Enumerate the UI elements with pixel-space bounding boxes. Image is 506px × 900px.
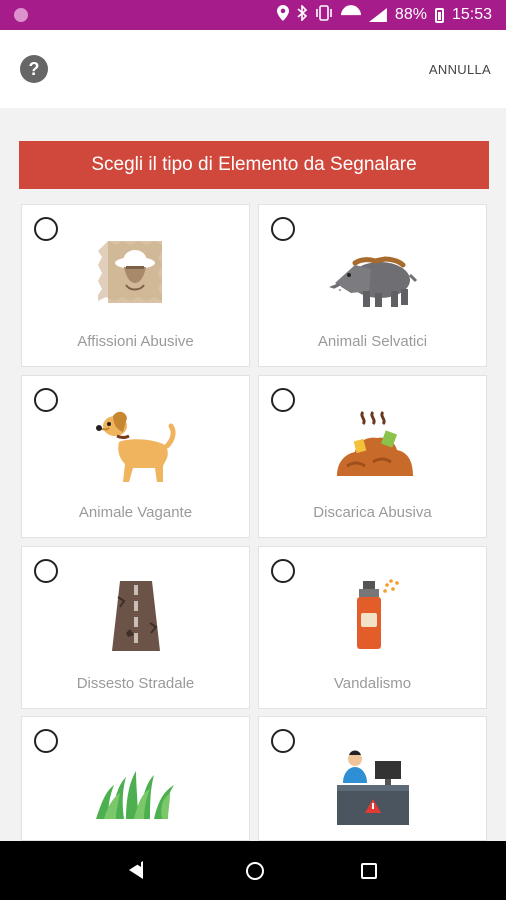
category-card-affissioni[interactable]: Affissioni Abusive: [21, 204, 250, 367]
category-card-discarica-abusiva[interactable]: Discarica Abusiva: [258, 375, 487, 538]
category-label: Affissioni Abusive: [77, 333, 194, 350]
cancel-button[interactable]: ANNULLA: [429, 62, 491, 77]
battery-percent: 88%: [394, 6, 427, 23]
wifi-icon: [341, 8, 361, 22]
category-card-vandalismo[interactable]: Vandalismo: [258, 546, 487, 709]
clock: 15:53: [451, 6, 492, 23]
category-label: Dissesto Stradale: [76, 675, 195, 692]
radio-button[interactable]: [34, 559, 58, 583]
dog-icon: [93, 406, 179, 486]
radio-button[interactable]: [34, 217, 58, 241]
category-card-7[interactable]: [21, 716, 250, 841]
category-card-8[interactable]: [258, 716, 487, 841]
garbage-pile-icon: [333, 406, 413, 486]
damaged-road-icon: [96, 577, 176, 657]
location-icon: [276, 4, 289, 26]
back-button[interactable]: [128, 860, 149, 881]
category-label: Animale Vagante: [78, 504, 193, 521]
home-button[interactable]: [245, 861, 264, 880]
top-bar: ? ANNULLA: [0, 30, 506, 108]
battery-icon: [434, 7, 444, 23]
grass-icon: [90, 747, 182, 827]
status-bar: 88% 15:53: [0, 0, 506, 30]
help-icon[interactable]: ?: [20, 55, 48, 83]
recent-apps-button[interactable]: [361, 862, 378, 879]
bluetooth-icon: [297, 3, 308, 26]
radio-button[interactable]: [271, 388, 295, 412]
vibrate-icon: [315, 4, 333, 26]
radio-button[interactable]: [34, 388, 58, 412]
notification-dot-icon: [14, 8, 28, 22]
radio-button[interactable]: [271, 217, 295, 241]
boar-icon: [325, 235, 421, 315]
category-label: Discarica Abusiva: [313, 504, 432, 521]
status-icons: 88% 15:53: [276, 3, 492, 26]
spray-can-icon: [333, 577, 413, 657]
system-navigation-bar: [0, 841, 506, 900]
radio-button[interactable]: [34, 729, 58, 753]
category-label: Vandalismo: [333, 675, 412, 692]
category-card-animale-vagante[interactable]: Animale Vagante: [21, 375, 250, 538]
office-desk-icon: [333, 747, 413, 827]
back-icon: [128, 860, 143, 879]
poster-icon: [96, 235, 176, 315]
radio-button[interactable]: [271, 559, 295, 583]
signal-icon: [369, 8, 387, 22]
category-label: Animali Selvatici: [317, 333, 428, 350]
category-card-dissesto-stradale[interactable]: Dissesto Stradale: [21, 546, 250, 709]
category-card-animali-selvatici[interactable]: Animali Selvatici: [258, 204, 487, 367]
page-title-banner: Scegli il tipo di Elemento da Segnalare: [19, 141, 489, 189]
radio-button[interactable]: [271, 729, 295, 753]
